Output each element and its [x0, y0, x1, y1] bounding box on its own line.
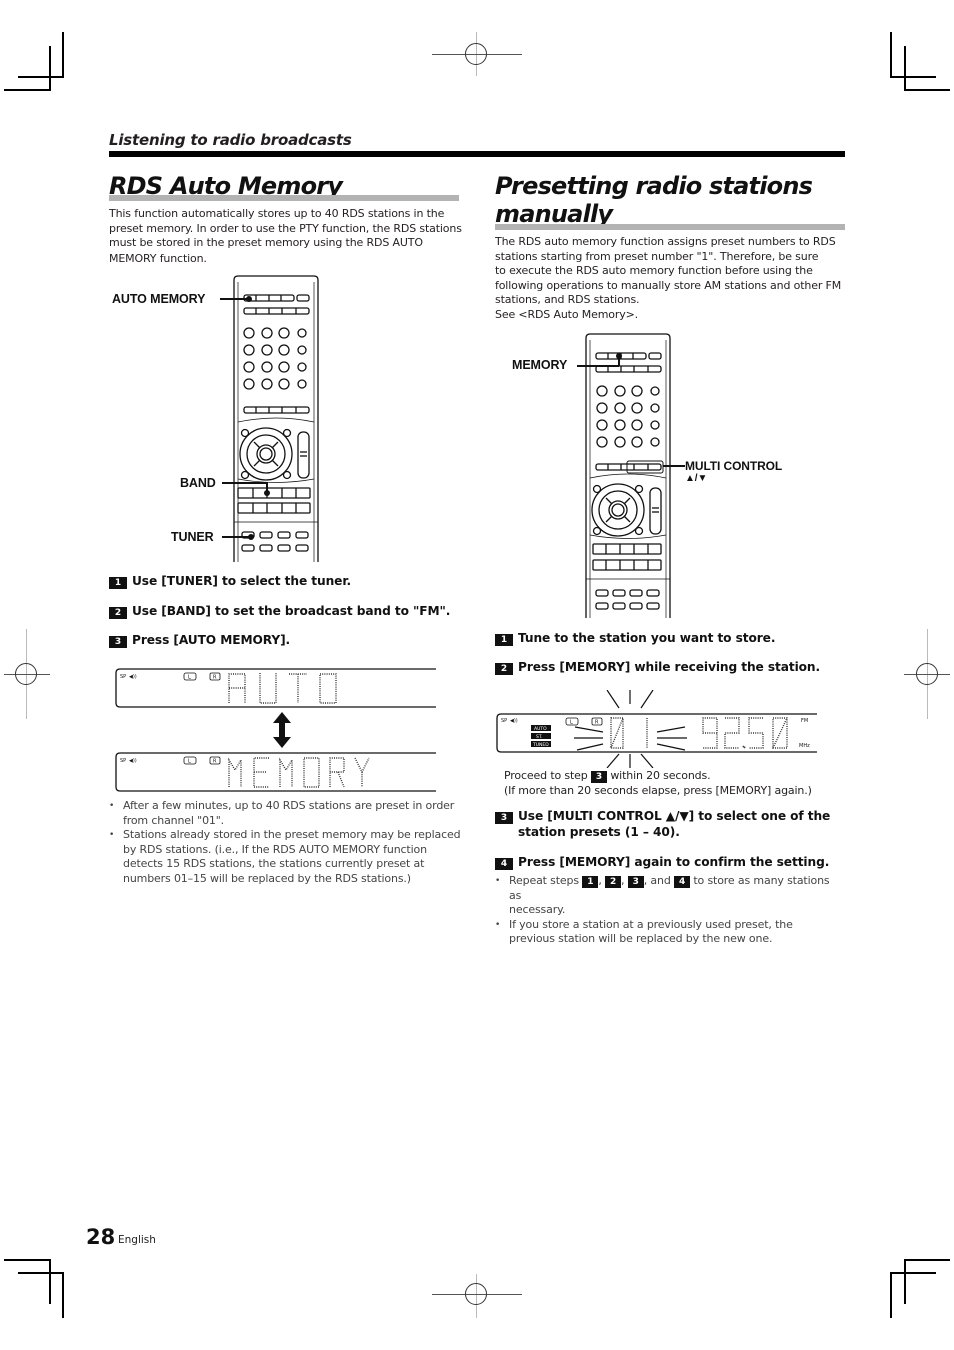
svg-text:R: R [213, 675, 217, 681]
step-number-badge: 3 [495, 812, 513, 824]
up-down-arrows-icon: ▲/▼ [685, 473, 708, 484]
svg-text:SP: SP [120, 758, 126, 764]
band-callout: BAND [180, 476, 216, 490]
step-number-badge: 2 [495, 663, 513, 675]
band-indicator: FM [801, 718, 808, 724]
unit-indicator: MHz [799, 743, 810, 749]
svg-text:◀)): ◀)) [129, 674, 137, 680]
rds-intro-paragraph: This function automatically stores up to… [109, 207, 462, 265]
auto-memory-callout: AUTO MEMORY [112, 292, 206, 306]
svg-text:L: L [188, 759, 191, 765]
svg-text:ST.: ST. [536, 734, 543, 740]
svg-text:SP: SP [501, 718, 507, 724]
step-number-badge: 4 [495, 858, 513, 870]
svg-text:R: R [595, 720, 599, 726]
title-rule [109, 195, 459, 201]
step-number-badge: 4 [674, 876, 691, 888]
step-number-badge: 3 [109, 636, 127, 648]
speaker-indicator: SP [120, 674, 126, 680]
memory-leader-line [577, 365, 619, 367]
tuner-callout: TUNER [171, 530, 214, 544]
dot-matrix-text-memory [228, 757, 370, 788]
svg-text:L: L [188, 675, 191, 681]
section-header-rule [109, 151, 845, 157]
svg-text:R: R [213, 759, 217, 765]
svg-text:AUTO: AUTO [534, 726, 547, 732]
svg-text:◀)): ◀)) [129, 758, 137, 764]
dot-matrix-text-auto [228, 673, 337, 704]
right-step-2: 2 Press [MEMORY] while receiving the stat… [495, 659, 820, 675]
note-item: Stations already stored in the preset me… [109, 828, 464, 886]
step-number-badge: 1 [109, 577, 127, 589]
auto-memory-button-dot [246, 296, 252, 302]
proceed-instruction: Proceed to step 3 within 20 seconds. (If… [504, 769, 812, 797]
step-number-badge: 2 [605, 876, 622, 888]
right-step-3: 3 Use [MULTI CONTROL ▲/▼] to select one o… [495, 808, 830, 840]
presetting-title: Presetting radio stations manually [495, 172, 813, 228]
title-rule [495, 224, 845, 230]
display-panel-preset: SP ◀)) AUTO ST. TUNED L R FM MHz [496, 690, 817, 768]
page-language: English [118, 1234, 156, 1246]
display-panel-memory: SP ◀)) L R [115, 752, 436, 792]
dot-matrix-preset-number [610, 717, 648, 749]
note-item: After a few minutes, up to 40 RDS statio… [109, 799, 464, 828]
presetting-intro-paragraph: The RDS auto memory function assigns pre… [495, 235, 842, 321]
multi-control-leader-line [663, 465, 685, 467]
left-step-2: 2 Use [BAND] to set the broadcast band to… [109, 603, 450, 619]
left-step-1: 1 Use [TUNER] to select the tuner. [109, 573, 351, 589]
auto-memory-leader-line [220, 298, 248, 300]
tuner-button-dot [248, 534, 254, 540]
remote-control-illustration [233, 275, 319, 562]
step-number-badge: 3 [627, 876, 644, 888]
step-number-badge: 3 [590, 771, 607, 783]
memory-button-dot [616, 353, 622, 359]
dot-matrix-frequency [702, 717, 788, 749]
svg-text:L: L [570, 720, 573, 726]
note-item: Repeat steps 1, 2, 3, and 4 to store as … [495, 874, 840, 918]
step-number-badge: 1 [495, 634, 513, 646]
right-notes-list: Repeat steps 1, 2, 3, and 4 to store as … [495, 874, 840, 947]
band-button-dot [264, 490, 270, 496]
display-panel-auto: SP ◀)) L R [115, 668, 436, 708]
step-number-badge: 1 [582, 876, 599, 888]
note-item: If you store a station at a previously u… [495, 918, 840, 947]
page-number: 28 [86, 1225, 116, 1249]
right-step-4: 4 Press [MEMORY] again to confirm the set… [495, 854, 829, 870]
svg-text:TUNED: TUNED [532, 742, 549, 748]
memory-callout: MEMORY [512, 358, 568, 372]
band-leader-line [222, 482, 267, 484]
section-header: Listening to radio broadcasts [109, 131, 352, 149]
left-notes-list: After a few minutes, up to 40 RDS statio… [109, 799, 464, 887]
step-number-badge: 2 [109, 607, 127, 619]
double-arrow-icon [273, 712, 291, 748]
multi-control-callout: MULTI CONTROL ▲/▼ [685, 459, 783, 484]
right-step-1: 1 Tune to the station you want to store. [495, 630, 775, 646]
tuner-leader-line [222, 536, 250, 538]
left-step-3: 3 Press [AUTO MEMORY]. [109, 632, 290, 648]
blink-rays [574, 690, 687, 768]
status-badges: AUTO ST. TUNED [531, 725, 551, 748]
svg-text:◀)): ◀)) [510, 718, 518, 724]
remote-control-illustration-manual [585, 333, 671, 618]
